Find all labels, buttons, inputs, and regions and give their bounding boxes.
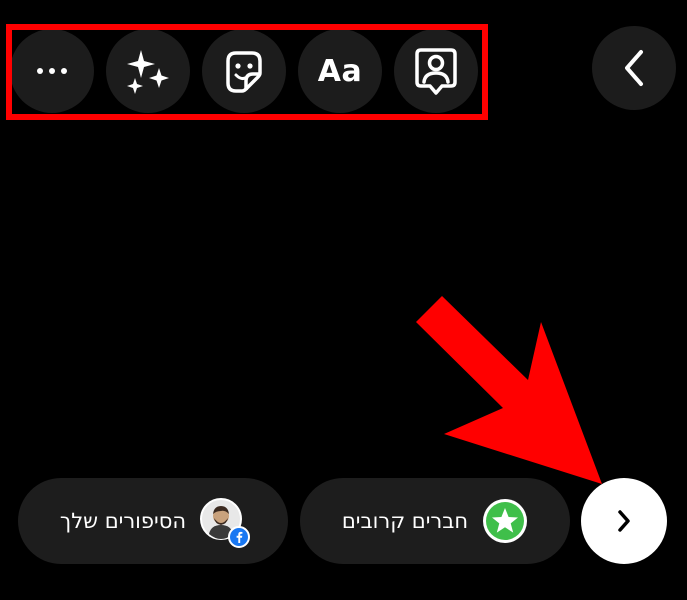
- your-story-label: הסיפורים שלך: [59, 509, 187, 533]
- avatar: [200, 498, 251, 548]
- close-friends-label: חברים קרובים: [341, 509, 469, 533]
- chevron-left-icon: [625, 50, 643, 86]
- toolbar-highlight-annotation: [6, 24, 488, 120]
- next-button[interactable]: [581, 478, 667, 564]
- close-friends-button[interactable]: חברים קרובים: [300, 478, 570, 564]
- your-story-button[interactable]: הסיפורים שלך: [18, 478, 288, 564]
- facebook-icon: [228, 526, 251, 548]
- chevron-right-icon: [618, 510, 630, 532]
- back-button[interactable]: [592, 26, 676, 110]
- close-friends-star-icon: [483, 499, 528, 543]
